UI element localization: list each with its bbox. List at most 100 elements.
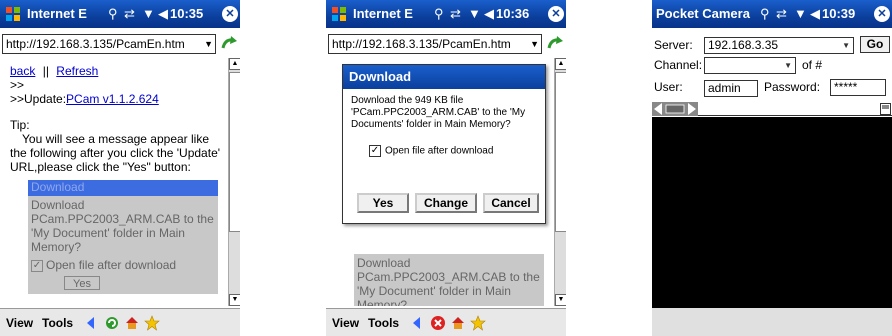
signal-icon[interactable]: ⚲ [108, 6, 118, 22]
title-bar: Pocket Camera ⚲ ⇄ ▼ ◀ 10:39 ✕ [652, 0, 892, 28]
menu-tools[interactable]: Tools [42, 316, 73, 330]
refresh-icon[interactable] [104, 315, 120, 331]
server-label: Server: [654, 38, 693, 52]
window-title: Internet E [353, 6, 413, 21]
scroll-down-icon[interactable]: ▼ [229, 294, 240, 306]
clock[interactable]: 10:39 [822, 6, 855, 21]
change-button[interactable]: Change [415, 193, 477, 213]
dialog-message: Download the 949 KB file 'PCam.PPC2003_A… [351, 95, 526, 130]
signal-icon[interactable]: ⚲ [434, 6, 444, 22]
example-dialog-message: Download PCam.PPC2003_ARM.CAB to the 'My… [357, 256, 540, 306]
stop-icon[interactable] [430, 315, 446, 331]
tip-label: Tip: [10, 118, 30, 132]
snapshot-icon[interactable] [880, 103, 891, 115]
dropdown-arrow-icon[interactable]: ▼ [204, 35, 213, 53]
scroll-thumb[interactable] [555, 72, 566, 232]
address-text: http://192.168.3.135/PcamEn.htm [332, 37, 511, 51]
refresh-link[interactable]: Refresh [56, 64, 98, 78]
antenna-icon[interactable]: ▼ [794, 6, 807, 21]
home-icon[interactable] [124, 315, 140, 331]
windows-flag-icon[interactable] [4, 5, 22, 23]
address-bar[interactable]: http://192.168.3.135/PcamEn.htm ▼ [328, 34, 542, 54]
sync-icon[interactable]: ⇄ [776, 6, 787, 22]
close-icon[interactable]: ✕ [874, 6, 890, 22]
password-value: ***** [834, 80, 858, 94]
clock[interactable]: 10:36 [496, 6, 529, 21]
dropdown-arrow-icon[interactable]: ▼ [784, 58, 792, 73]
example-yes-button: Yes [64, 276, 100, 290]
title-bar: Internet E ⚲ ⇄ ▼ ◀ 10:36 ✕ [326, 0, 566, 28]
example-dialog-title: Download [28, 180, 218, 196]
menu-bar: View Tools [0, 308, 240, 336]
update-link[interactable]: PCam v1.1.2.624 [66, 92, 159, 106]
scroll-up-icon[interactable]: ▲ [555, 58, 566, 70]
pan-control-bar [652, 102, 892, 116]
browser-screen-2: Internet E ⚲ ⇄ ▼ ◀ 10:36 ✕ http://192.16… [326, 0, 566, 336]
server-select[interactable]: 192.168.3.35 ▼ [704, 37, 854, 54]
go-arrow-icon[interactable] [546, 36, 564, 52]
antenna-icon[interactable]: ▼ [468, 6, 481, 21]
volume-icon[interactable]: ◀ [158, 6, 168, 22]
channel-label: Channel: [654, 58, 703, 72]
open-after-download-option[interactable]: ✓ Open file after download [369, 145, 545, 157]
dialog-title: Download [343, 65, 545, 89]
signal-icon[interactable]: ⚲ [760, 6, 770, 22]
dropdown-arrow-icon[interactable]: ▼ [842, 38, 850, 53]
pocket-camera-screen: Pocket Camera ⚲ ⇄ ▼ ◀ 10:39 ✕ Server: 19… [652, 0, 892, 336]
checkbox-label: Open file after download [385, 145, 494, 157]
link-separator: || [42, 64, 49, 78]
menu-view[interactable]: View [6, 316, 33, 330]
pan-arrows-icon[interactable] [652, 102, 698, 116]
window-title: Internet E [27, 6, 87, 21]
update-prefix: >>Update: [10, 92, 67, 106]
windows-flag-icon[interactable] [330, 5, 348, 23]
example-checkbox-label: Open file after download [46, 258, 177, 272]
vertical-scrollbar[interactable]: ▲ ▼ [228, 58, 240, 306]
favorites-icon[interactable] [470, 315, 486, 331]
dropdown-arrow-icon[interactable]: ▼ [530, 35, 539, 53]
home-icon[interactable] [450, 315, 466, 331]
scroll-up-icon[interactable]: ▲ [229, 58, 240, 70]
example-dialog-image: Download PCam.PPC2003_ARM.CAB to the 'My… [354, 254, 544, 306]
back-link[interactable]: back [10, 64, 35, 78]
sync-icon[interactable]: ⇄ [450, 6, 461, 22]
favorites-icon[interactable] [144, 315, 160, 331]
yes-button[interactable]: Yes [357, 193, 409, 213]
password-input[interactable]: ***** [830, 79, 886, 96]
vertical-scrollbar[interactable]: ▲ ▼ [554, 58, 566, 306]
user-input[interactable]: admin [704, 80, 758, 97]
close-icon[interactable]: ✕ [548, 6, 564, 22]
tip-text: You will see a message appear like the f… [10, 132, 221, 174]
scroll-down-icon[interactable]: ▼ [555, 294, 566, 306]
go-button[interactable]: Go [860, 36, 890, 53]
back-arrow-icon[interactable] [84, 315, 100, 331]
pan-control[interactable] [652, 102, 698, 116]
scroll-thumb[interactable] [229, 72, 240, 232]
checkbox-checked-icon[interactable]: ✓ [369, 145, 381, 157]
title-bar: Internet E ⚲ ⇄ ▼ ◀ 10:35 ✕ [0, 0, 240, 28]
sync-icon[interactable]: ⇄ [124, 6, 135, 22]
volume-icon[interactable]: ◀ [810, 6, 820, 22]
address-text: http://192.168.3.135/PcamEn.htm [6, 37, 185, 51]
menu-bar: View Tools [326, 308, 566, 336]
video-view[interactable] [652, 117, 892, 308]
back-arrow-icon[interactable] [410, 315, 426, 331]
server-value: 192.168.3.35 [708, 38, 779, 52]
antenna-icon[interactable]: ▼ [142, 6, 155, 21]
close-icon[interactable]: ✕ [222, 6, 238, 22]
user-value: admin [708, 81, 741, 95]
volume-icon[interactable]: ◀ [484, 6, 494, 22]
password-label: Password: [764, 80, 821, 94]
go-arrow-icon[interactable] [220, 36, 238, 52]
window-title: Pocket Camera [656, 6, 750, 21]
menu-tools[interactable]: Tools [368, 316, 399, 330]
address-bar[interactable]: http://192.168.3.135/PcamEn.htm ▼ [2, 34, 216, 54]
user-label: User: [654, 80, 683, 94]
clock[interactable]: 10:35 [170, 6, 203, 21]
checkbox-icon: ✓ [31, 259, 43, 272]
channel-select[interactable]: ▼ [704, 57, 796, 74]
cancel-button[interactable]: Cancel [483, 193, 539, 213]
page-content: back || Refresh >> >>Update:PCam v1.1.2.… [0, 58, 228, 306]
example-dialog-image: Download Download PCam.PPC2003_ARM.CAB t… [28, 180, 218, 294]
menu-view[interactable]: View [332, 316, 359, 330]
